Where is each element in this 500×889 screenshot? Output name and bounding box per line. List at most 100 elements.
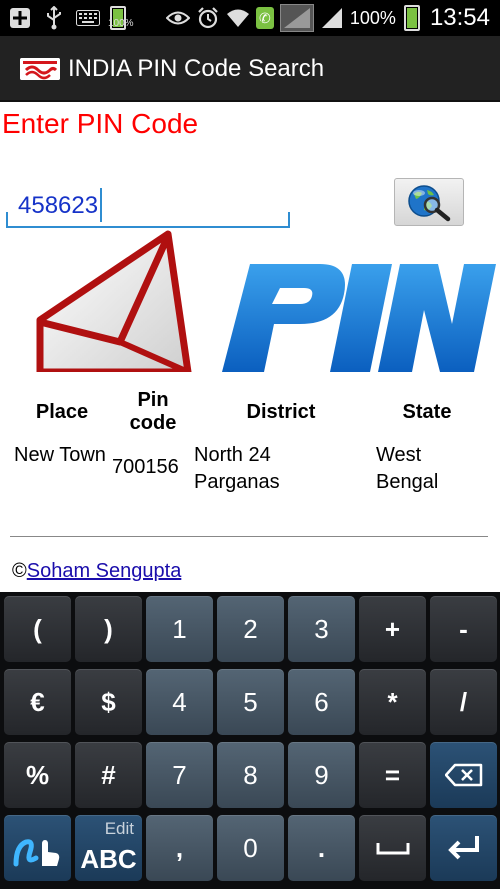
- author-link[interactable]: Soham Sengupta: [27, 560, 182, 582]
- backspace-icon: [444, 763, 482, 787]
- key-label: 4: [172, 686, 187, 717]
- key-swype[interactable]: [4, 815, 71, 881]
- key-label: 3: [314, 613, 329, 644]
- key-7[interactable]: 7: [146, 742, 213, 808]
- column-header-district: District: [246, 400, 316, 423]
- add-icon: [8, 6, 32, 30]
- table-row: New Town 700156 North 24 Parganas West B…: [12, 440, 486, 496]
- key-8[interactable]: 8: [217, 742, 284, 808]
- key-asterisk[interactable]: *: [359, 669, 426, 735]
- phone-call-icon: ✆: [255, 7, 274, 29]
- key-0[interactable]: 0: [217, 815, 284, 881]
- key-minus[interactable]: -: [430, 596, 497, 662]
- usb-icon: [42, 6, 66, 30]
- search-button[interactable]: [394, 178, 464, 226]
- key-abc-edit[interactable]: Edit ABC: [75, 815, 142, 881]
- envelope-icon: [36, 230, 192, 372]
- key-label: 0: [243, 832, 258, 863]
- column-header-pin-code: Pin code: [129, 389, 177, 434]
- abc-label: ABC: [80, 844, 137, 874]
- wifi-icon: [226, 6, 250, 30]
- column-header-place: Place: [35, 400, 89, 423]
- key-9[interactable]: 9: [288, 742, 355, 808]
- key-label: =: [384, 759, 401, 790]
- pin-logo-text: [222, 264, 496, 372]
- key-comma[interactable]: ,: [146, 815, 213, 881]
- key-label: 5: [243, 686, 258, 717]
- key-open-paren[interactable]: (: [4, 596, 71, 662]
- column-header-state: State: [402, 400, 452, 423]
- key-1[interactable]: 1: [146, 596, 213, 662]
- key-label: 7: [172, 759, 187, 790]
- key-3[interactable]: 3: [288, 596, 355, 662]
- enter-pin-heading: Enter PIN Code: [2, 108, 199, 139]
- key-label: /: [459, 686, 468, 717]
- app-logo-icon: [20, 58, 60, 80]
- input-left-edge: [6, 212, 8, 228]
- cell-place: New Town: [14, 444, 106, 466]
- notification-battery-label: 100%: [108, 18, 134, 29]
- cell-district: North 24 Parganas: [194, 444, 280, 493]
- numeric-keyboard: ( ) 1 2 3 + - € $ 4 5 6 * / % # 7 8 9 = …: [0, 592, 500, 889]
- key-equals[interactable]: =: [359, 742, 426, 808]
- key-label: %: [25, 759, 50, 790]
- app-title: INDIA PIN Code Search: [68, 55, 325, 82]
- key-label: ,: [175, 832, 184, 863]
- swype-icon: [13, 839, 59, 867]
- key-enter[interactable]: [430, 815, 497, 881]
- key-percent[interactable]: %: [4, 742, 71, 808]
- alarm-icon: [196, 6, 220, 30]
- copyright-symbol: ©: [12, 560, 27, 582]
- key-plus[interactable]: +: [359, 596, 426, 662]
- copyright-line: ©Soham Sengupta: [12, 560, 181, 583]
- pin-code-input[interactable]: [6, 186, 290, 228]
- cell-state: West Bengal: [376, 444, 439, 493]
- phone-screen: { "status_bar": { "notification_battery_…: [0, 0, 500, 889]
- text-cursor: [100, 188, 102, 222]
- key-label: .: [317, 832, 326, 863]
- status-bar: 100% ✆ 100% 13:54: [0, 0, 500, 36]
- result-table: Place Pin code District State New Town 7…: [12, 384, 486, 496]
- space-icon: [376, 843, 409, 855]
- key-close-paren[interactable]: ): [75, 596, 142, 662]
- key-label: +: [384, 613, 401, 644]
- key-euro[interactable]: €: [4, 669, 71, 735]
- key-label: €: [30, 686, 45, 717]
- enter-icon: [447, 836, 479, 860]
- key-label: (: [33, 613, 42, 644]
- key-period[interactable]: .: [288, 815, 355, 881]
- table-header-row: Place Pin code District State: [12, 384, 486, 440]
- input-right-edge: [288, 212, 290, 228]
- key-hash[interactable]: #: [75, 742, 142, 808]
- key-dollar[interactable]: $: [75, 669, 142, 735]
- globe-search-icon: [408, 185, 451, 222]
- key-label: 6: [314, 686, 329, 717]
- key-2[interactable]: 2: [217, 596, 284, 662]
- key-4[interactable]: 4: [146, 669, 213, 735]
- battery-icon: [403, 5, 420, 31]
- key-label: *: [387, 686, 398, 717]
- key-5[interactable]: 5: [217, 669, 284, 735]
- cell-pin-code: 700156: [112, 456, 179, 478]
- divider: [10, 536, 488, 537]
- key-space[interactable]: [359, 815, 426, 881]
- eye-icon: [165, 6, 190, 30]
- key-slash[interactable]: /: [430, 669, 497, 735]
- pin-banner-image: [0, 230, 500, 372]
- key-label: $: [101, 686, 116, 717]
- signal-icon: [320, 6, 344, 30]
- edit-label: Edit: [104, 819, 134, 838]
- key-label: 9: [314, 759, 329, 790]
- battery-percent: 100%: [349, 7, 396, 28]
- key-label: 1: [172, 613, 187, 644]
- keyboard-icon: [76, 6, 100, 30]
- key-backspace[interactable]: [430, 742, 497, 808]
- key-label: -: [459, 613, 468, 644]
- key-label: ): [104, 613, 113, 644]
- key-6[interactable]: 6: [288, 669, 355, 735]
- clock: 13:54: [429, 4, 490, 31]
- key-label: 2: [243, 613, 258, 644]
- signal-icon: [279, 4, 314, 32]
- status-bar-right: ✆ 100% 13:54: [165, 2, 490, 34]
- key-label: 8: [243, 759, 258, 790]
